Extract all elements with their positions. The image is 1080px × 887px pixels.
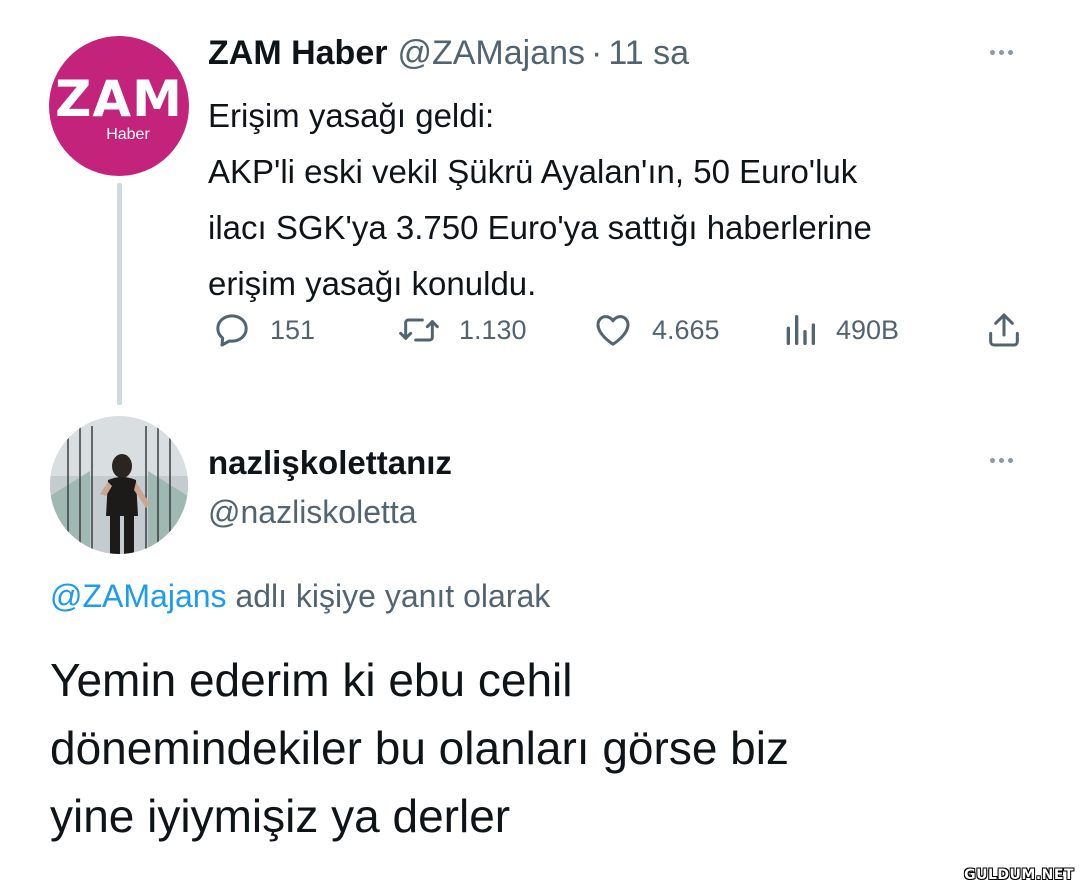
more-options-icon[interactable] <box>990 458 1013 463</box>
tweet-text-line: yine iyiymişiz ya derler <box>50 790 511 842</box>
reply-icon <box>216 314 248 347</box>
author-name[interactable]: ZAM Haber <box>208 34 387 73</box>
like-button[interactable]: 4.665 <box>592 310 720 350</box>
reply-count: 151 <box>270 314 316 345</box>
views-button[interactable]: 490B <box>782 310 899 350</box>
tweet-text-line: erişim yasağı konuldu. <box>208 265 537 302</box>
more-options-icon[interactable] <box>990 50 1013 55</box>
analytics-icon <box>786 315 815 345</box>
reply-context: @ZAMajans adlı kişiye yanıt olarak <box>50 578 550 615</box>
avatar-photo <box>50 416 188 554</box>
avatar-logo-text: ZAM <box>55 70 183 128</box>
share-icon <box>989 313 1019 347</box>
tweet-text-line: Erişim yasağı geldi: <box>208 97 495 134</box>
reply-context-text: adlı kişiye yanıt olarak <box>226 578 551 614</box>
tweet-text-line: Yemin ederim ki ebu cehil <box>50 654 573 706</box>
author-handle[interactable]: @ZAMajans <box>397 34 585 73</box>
heart-icon <box>596 315 630 346</box>
tweet-text-line: AKP'li eski vekil Şükrü Ayalan'ın, 50 Eu… <box>208 153 858 190</box>
reply-button[interactable]: 151 <box>212 310 315 350</box>
tweet-text-line: ilacı SGK'ya 3.750 Euro'ya sattığı haber… <box>208 209 872 246</box>
retweet-icon <box>399 318 439 342</box>
avatar[interactable]: ZAM Haber <box>49 36 189 176</box>
avatar-logo-sub: Haber <box>106 126 150 143</box>
like-count: 4.665 <box>652 314 720 345</box>
tweet-text: Yemin ederim ki ebu cehil dönemindekiler… <box>50 646 1050 850</box>
tweet-text: Erişim yasağı geldi: AKP'li eski vekil Ş… <box>208 88 1038 312</box>
author-name[interactable]: nazlişkolettanız <box>208 444 452 482</box>
share-button[interactable] <box>984 310 1024 350</box>
tweet-text-line: dönemindekiler bu olanları görse biz <box>50 722 789 774</box>
retweet-button[interactable]: 1.130 <box>397 310 527 350</box>
tweet-action-bar: 151 1.130 4.665 490B <box>212 310 1032 354</box>
separator-dot: · <box>591 34 603 72</box>
thread-connector-line <box>117 183 122 405</box>
site-watermark: GULDUM.NET <box>964 867 1074 883</box>
avatar[interactable] <box>50 416 188 554</box>
author-handle[interactable]: @nazliskoletta <box>208 494 417 531</box>
reply-mention-link[interactable]: @ZAMajans <box>50 578 227 614</box>
tweet-timestamp[interactable]: 11 sa <box>608 34 689 73</box>
tweet-header: ZAM Haber @ZAMajans · 11 sa <box>208 34 689 73</box>
views-count: 490B <box>836 314 900 345</box>
retweet-count: 1.130 <box>459 314 527 345</box>
